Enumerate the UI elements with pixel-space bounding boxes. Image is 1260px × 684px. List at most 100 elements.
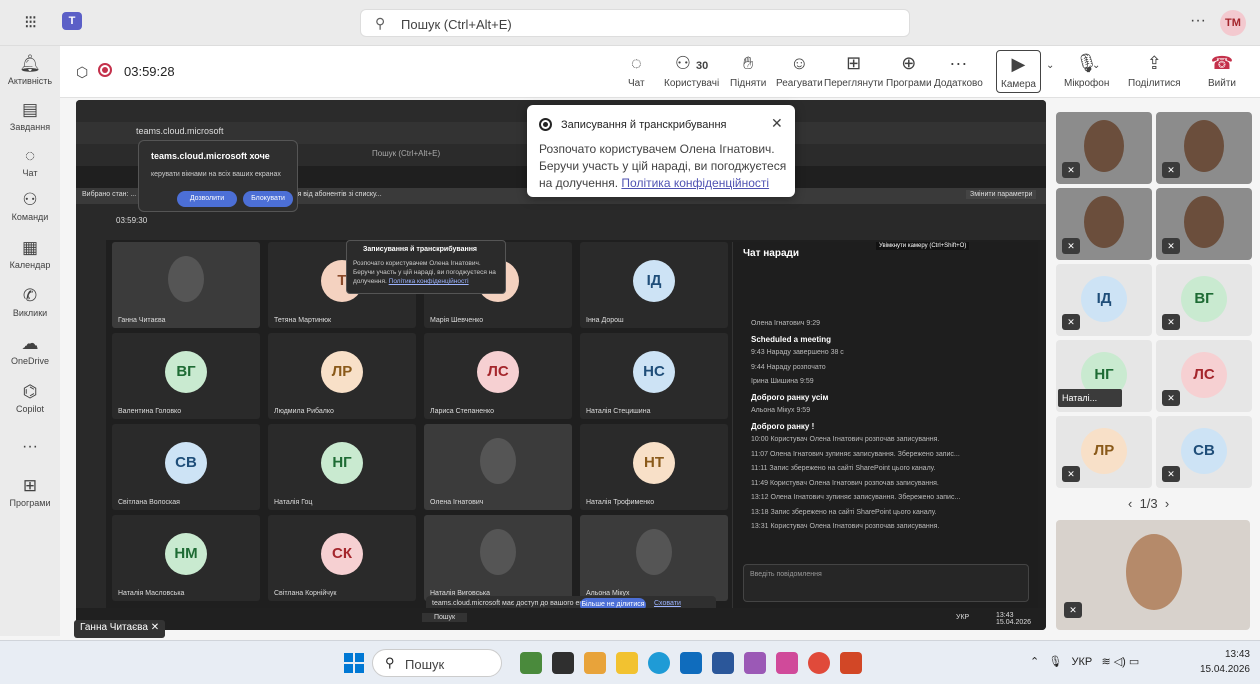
rail-apps[interactable]: ⊞ Програми (0, 476, 60, 508)
privacy-link[interactable]: Політика конфіденційності (621, 176, 769, 190)
chat-message: 11:49 Користувач Олена Ігнатович розпоча… (751, 479, 939, 487)
gallery-tile[interactable]: ✕ (1056, 188, 1152, 260)
participant-tile: Альона Мікух (580, 515, 728, 601)
chat-message: 9:43 Нараду завершено 38 с (751, 349, 844, 356)
self-video-tile[interactable]: ✕ (1056, 520, 1250, 630)
chat-icon: ◌ (24, 146, 36, 165)
rail-calls[interactable]: ✆ Виклики (0, 286, 60, 318)
ellipsis-icon: ··· (949, 53, 968, 73)
app-launcher-icon[interactable]: ⁝⁝⁝ (24, 12, 37, 33)
participant-name: Валентина Головко (118, 408, 182, 415)
mic-icon: 🎙︎ (1048, 656, 1063, 668)
mic-button[interactable]: 🎙︎ Мікрофон (1064, 52, 1109, 89)
mic-off-icon: ✕ (1064, 602, 1082, 618)
chat-button[interactable]: ◌ Чат (628, 52, 645, 89)
block-button: Блокувати (243, 191, 293, 207)
participant-tile: Наталія Виговська (424, 515, 572, 601)
taskbar-search[interactable]: ⚲ Пошук (372, 649, 502, 677)
word-icon[interactable] (712, 652, 734, 674)
gallery-tile[interactable]: ✕ (1156, 112, 1252, 184)
gallery-tile[interactable]: ✕ (1156, 188, 1252, 260)
gallery-tile[interactable]: ВГ ✕ (1156, 264, 1252, 336)
file-explorer-icon[interactable] (616, 652, 638, 674)
camera-options-chevron-icon[interactable]: ⌄ (1046, 60, 1054, 71)
apps-icon: ⊞ (22, 476, 38, 495)
leave-button[interactable]: ☎ Вийти (1208, 52, 1236, 89)
copilot-app-icon[interactable] (776, 652, 798, 674)
meeting-chat-panel: Чат наради Олена Ігнатович 9:29 Scheduled… (732, 242, 1038, 622)
rail-more[interactable]: ··· (0, 436, 60, 456)
language-indicator[interactable]: УКР (1072, 656, 1093, 668)
participant-video (1084, 120, 1124, 172)
close-icon[interactable]: ✕ (771, 115, 783, 132)
gallery-tile[interactable]: ІД ✕ (1056, 264, 1152, 336)
prev-page-icon[interactable]: ‹ (1128, 496, 1132, 511)
apps-button[interactable]: ⊕ Програми (886, 52, 932, 89)
participant-name: Ганна Читаєва (118, 317, 166, 324)
chat-message: 11:07 Олена Ігнатович зупиняє записуванн… (751, 450, 960, 458)
raise-hand-button[interactable]: ✋︎ Підняти (730, 52, 766, 89)
chat-message: Доброго ранку ! (751, 421, 815, 431)
view-button[interactable]: ⊞ Переглянути (824, 52, 883, 89)
camera-icon: ▶︎ (1011, 54, 1026, 74)
participant-initials: ЛС (477, 351, 519, 393)
app-rail: 🔔︎ Активність ▤ Завдання ◌ Чат ⚇ Команди ▦ Ка… (0, 46, 60, 636)
powerpoint-icon[interactable] (840, 652, 862, 674)
rail-tasks[interactable]: ▤ Завдання (0, 100, 60, 132)
chat-message: 9:44 Нараду розпочато (751, 363, 826, 371)
calculator-icon[interactable] (680, 652, 702, 674)
gallery-tile[interactable]: ✕ (1056, 112, 1152, 184)
inner-taskbar-search: Пошук (422, 613, 468, 622)
participant-video (1084, 196, 1124, 248)
camera-button[interactable]: ▶︎ Камера (996, 50, 1041, 93)
top-bar: ⁝⁝⁝ T ⚲ Пошук (Ctrl+Alt+E) ··· TM (0, 0, 1260, 46)
mic-options-chevron-icon[interactable]: ⌄ (1092, 60, 1100, 71)
photos-icon[interactable] (584, 652, 606, 674)
rail-calendar[interactable]: ▦ Календар (0, 238, 60, 270)
gallery-tile[interactable]: СВ ✕ (1156, 416, 1252, 488)
participant-tile: ЛС Лариса Степаненко (424, 333, 572, 419)
rail-copilot[interactable]: ⌬ Copilot (0, 382, 60, 414)
more-button[interactable]: ··· Додатково (934, 52, 983, 89)
next-page-icon[interactable]: › (1165, 496, 1169, 511)
more-options-icon[interactable]: ··· (1190, 12, 1206, 30)
copilot-icon: ⌬ (22, 382, 38, 401)
people-button[interactable]: ⚇ 30 Користувачі (664, 52, 719, 89)
participant-name: Інна Дорош (586, 317, 624, 324)
participant-name: Наталія Масловська (118, 590, 185, 597)
participant-initials: ІД (633, 260, 675, 302)
active-speaker-label: Ганна Читаєва ✕ (74, 620, 166, 638)
rail-onedrive[interactable]: ☁ OneDrive (0, 334, 60, 366)
allow-button: Дозволити (177, 191, 237, 207)
bell-icon: 🔔︎ (19, 54, 41, 73)
participant-tile: СК Світлана Корнійчук (268, 515, 416, 601)
gallery-pager[interactable]: ‹ 1/3 › (1128, 496, 1169, 511)
search-box[interactable]: ⚲ Пошук (Ctrl+Alt+E) (360, 9, 910, 37)
participant-name: Лариса Степаненко (430, 408, 495, 415)
edge-icon[interactable] (648, 652, 670, 674)
clock[interactable]: 13:43 15.04.2026 (1194, 647, 1250, 677)
gallery-tile[interactable]: ЛР ✕ (1056, 416, 1152, 488)
chat-icon: ◌ (630, 53, 642, 73)
task-view-icon[interactable] (552, 652, 574, 674)
rail-teams[interactable]: ⚇ Команди (0, 190, 60, 222)
chevron-up-icon[interactable]: ⌃ (1030, 656, 1039, 668)
share-button[interactable]: ⇪ Поділитися (1128, 52, 1181, 89)
gallery-tile[interactable]: ЛС ✕ (1156, 340, 1252, 412)
teams-app-icon[interactable] (744, 652, 766, 674)
rail-activity[interactable]: 🔔︎ Активність (0, 54, 60, 86)
chat-message: Ірина Шишина 9:59 (751, 378, 814, 385)
calendar-icon: ▦ (21, 238, 39, 257)
system-tray[interactable]: ⌃ 🎙︎ УКР ≋ ◁) ▭ (1030, 655, 1139, 668)
react-button[interactable]: ☺ Реагувати (776, 52, 823, 89)
windows-start-icon[interactable] (344, 653, 364, 673)
widgets-icon[interactable] (520, 652, 542, 674)
rail-chat[interactable]: ◌ Чат (0, 146, 60, 178)
inner-search: Пошук (Ctrl+Alt+E) (372, 149, 441, 158)
user-avatar[interactable]: TM (1220, 10, 1246, 36)
inner-camera-tooltip: Увімкнути камеру (Ctrl+Shift+O) (876, 242, 970, 250)
participant-video (1184, 120, 1224, 172)
search-icon: ⚲ (375, 15, 386, 31)
tasks-icon: ▤ (21, 100, 39, 119)
chrome-icon[interactable] (808, 652, 830, 674)
